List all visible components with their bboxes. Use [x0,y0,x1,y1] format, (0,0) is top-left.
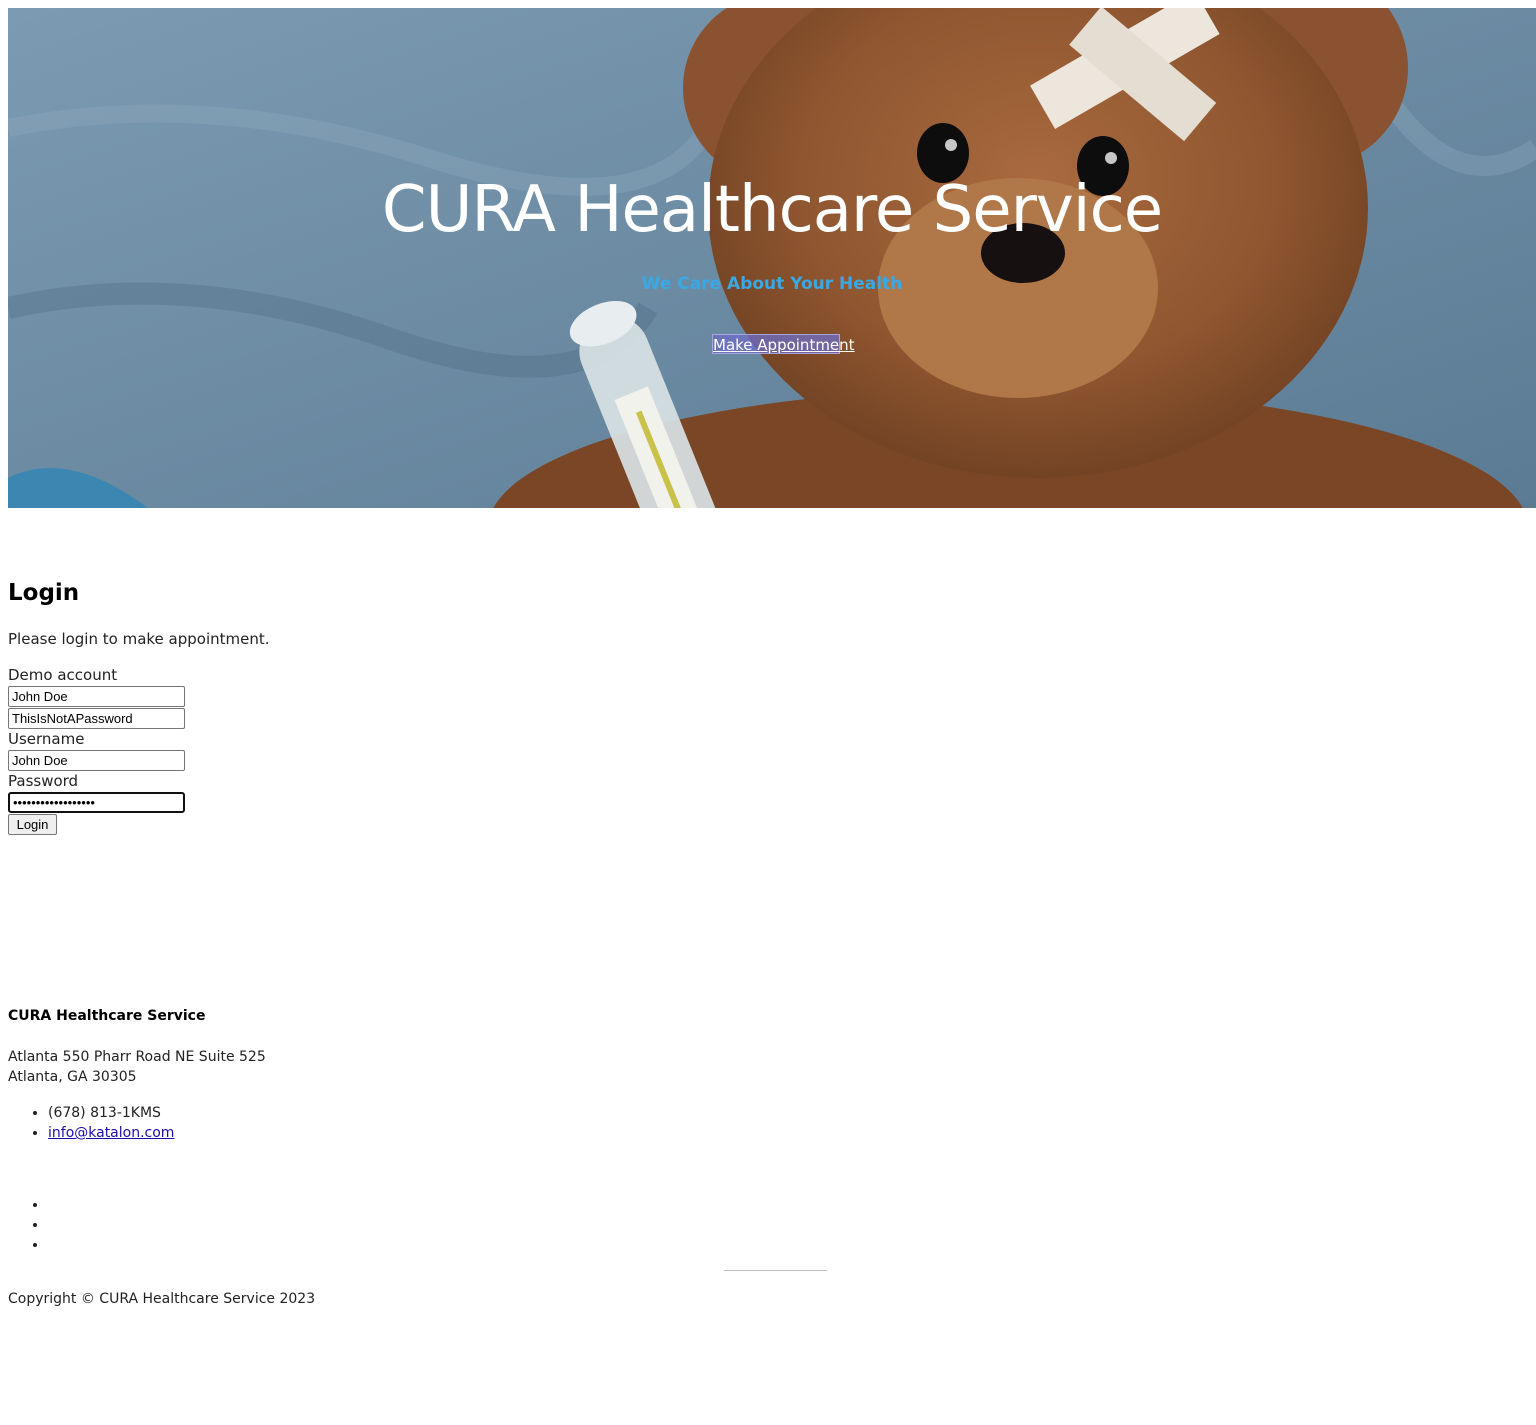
demo-account-label: Demo account [8,666,118,684]
hero-banner: CURA Healthcare Service We Care About Yo… [8,8,1536,508]
make-appointment-button[interactable]: Make Appointment [712,334,855,354]
address-line-1: Atlanta 550 Pharr Road NE Suite 525 [8,1049,266,1065]
password-label: Password [8,772,79,790]
address-line-2: Atlanta, GA 30305 [8,1069,137,1085]
footer-company-name: CURA Healthcare Service [8,1008,206,1024]
username-label: Username [8,730,85,748]
contact-list: (678) 813-1KMS info@katalon.com [8,1103,174,1143]
username-input[interactable] [8,750,185,771]
contact-phone: (678) 813-1KMS [48,1103,174,1123]
hero-title: CURA Healthcare Service [381,173,1163,247]
page: CURA Healthcare Service We Care About Yo… [0,0,1536,1425]
phone-text: (678) 813-1KMS [48,1105,161,1121]
contact-email: info@katalon.com [48,1123,174,1143]
login-heading: Login [8,580,80,606]
login-button[interactable]: Login [8,814,57,835]
social-links [8,1195,48,1255]
demo-password-field[interactable] [8,708,185,729]
email-link[interactable]: info@katalon.com [48,1125,174,1141]
footer-address: Atlanta 550 Pharr Road NE Suite 525 Atla… [8,1047,266,1087]
login-description: Please login to make appointment. [8,630,270,648]
copyright-text: Copyright © CURA Healthcare Service 2023 [8,1291,316,1307]
hero-subtitle: We Care About Your Health [641,274,903,294]
password-input[interactable] [8,792,185,813]
teddy-bear-image [8,8,1536,508]
footer-divider [724,1270,827,1271]
demo-username-field[interactable] [8,686,185,707]
